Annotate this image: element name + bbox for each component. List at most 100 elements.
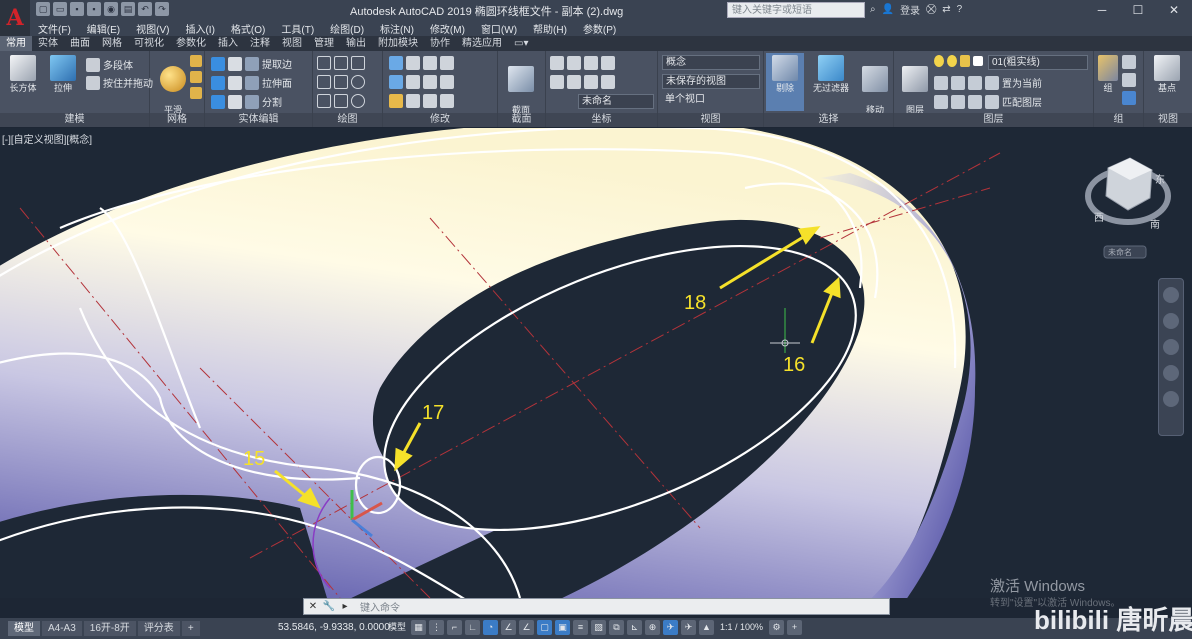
- tab-visualize[interactable]: 可视化: [128, 36, 170, 51]
- rectangle-icon[interactable]: [334, 94, 348, 108]
- tab-surface[interactable]: 曲面: [64, 36, 96, 51]
- union-icon[interactable]: [211, 56, 225, 71]
- menu-edit[interactable]: 编辑(E): [79, 21, 128, 36]
- gizmo-toggle-icon[interactable]: ⊕: [645, 620, 661, 635]
- panel-title-solid-edit[interactable]: 实体编辑: [205, 113, 312, 127]
- interfere-icon[interactable]: [228, 75, 242, 90]
- plot-icon[interactable]: ▤: [121, 2, 135, 16]
- polar-icon[interactable]: ◔: [483, 620, 499, 635]
- layer-thaw-all-icon[interactable]: [968, 94, 982, 109]
- help-icon[interactable]: ?: [957, 4, 963, 15]
- viewcube-south[interactable]: 南: [1150, 218, 1160, 231]
- tab-mesh[interactable]: 网格: [96, 36, 128, 51]
- ucs-origin-icon[interactable]: [584, 56, 598, 70]
- modify-more-icon[interactable]: [440, 56, 454, 70]
- arc-icon[interactable]: [334, 56, 348, 70]
- move-icon[interactable]: [406, 56, 420, 70]
- layer-freeze-icon[interactable]: [968, 75, 982, 90]
- dynamic-ucs-icon[interactable]: ⊾: [627, 620, 643, 635]
- layer-on-all-icon[interactable]: [934, 94, 948, 109]
- add-layout-icon[interactable]: +: [181, 621, 200, 636]
- ucs-object-icon[interactable]: [584, 75, 598, 89]
- panel-title-view-base[interactable]: 视图: [1144, 113, 1192, 127]
- annotation-scale[interactable]: 1:1 / 100%: [720, 620, 763, 635]
- mesh-refine-icon[interactable]: [190, 71, 202, 83]
- save-as-icon[interactable]: ▪: [87, 2, 101, 16]
- erase-icon[interactable]: [440, 94, 454, 108]
- workspace-gear-icon[interactable]: ⚙: [769, 620, 785, 635]
- menu-modify[interactable]: 修改(M): [422, 21, 473, 36]
- 3d-osnap-icon[interactable]: ▣: [555, 620, 571, 635]
- application-menu-logo[interactable]: A: [0, 0, 30, 36]
- new-file-icon[interactable]: ▢: [36, 2, 50, 16]
- osnap-tracking-icon[interactable]: ∠: [519, 620, 535, 635]
- add-scale-icon[interactable]: +: [787, 620, 803, 635]
- layer-unisolate-icon[interactable]: [951, 94, 965, 109]
- array-icon[interactable]: [423, 94, 437, 108]
- match-layer-button[interactable]: 匹配图层: [1002, 94, 1042, 109]
- pan-icon[interactable]: [1163, 313, 1179, 329]
- arc-dropdown-icon[interactable]: [351, 56, 365, 70]
- menu-parameters[interactable]: 参数(P): [575, 21, 624, 36]
- thicken-icon[interactable]: [228, 94, 242, 109]
- tab-manage[interactable]: 管理: [308, 36, 340, 51]
- tab-home[interactable]: 常用: [0, 36, 32, 51]
- minimize-icon[interactable]: ─: [1084, 0, 1120, 20]
- extrude-faces-icon[interactable]: [245, 75, 259, 90]
- model-space-toggle[interactable]: 模型: [386, 620, 408, 635]
- view-cube[interactable]: 西 南 东: [1085, 157, 1171, 231]
- group-select-icon[interactable]: [1122, 91, 1136, 105]
- box-button[interactable]: 长方体: [4, 55, 42, 94]
- layout-tab-16k8k[interactable]: 16开-8开: [83, 621, 136, 636]
- set-current-layer-button[interactable]: 置为当前: [1002, 75, 1042, 90]
- annotation-monitor-icon[interactable]: ✈: [663, 620, 679, 635]
- search-input[interactable]: 键入关键字或短语: [727, 2, 865, 18]
- tab-featured-apps[interactable]: 精选应用: [456, 36, 508, 51]
- isodraft-icon[interactable]: ∠: [501, 620, 517, 635]
- command-line[interactable]: ✕ 🔧 ▸ 键入命令: [303, 598, 890, 615]
- ungroup-icon[interactable]: [1122, 55, 1136, 69]
- command-prompt-icon[interactable]: ▸: [338, 600, 352, 614]
- osnap-icon[interactable]: ▢: [537, 620, 553, 635]
- panel-title-section[interactable]: 截面: [498, 113, 545, 127]
- layout-tab-score[interactable]: 评分表: [137, 621, 180, 636]
- rotate-icon[interactable]: [406, 75, 420, 89]
- ucs-face-icon[interactable]: [601, 75, 615, 89]
- visual-style-select[interactable]: 概念: [662, 55, 760, 70]
- tab-annotate[interactable]: 注释: [244, 36, 276, 51]
- menu-format[interactable]: 格式(O): [223, 21, 273, 36]
- line-icon[interactable]: [317, 56, 331, 70]
- ellipse-icon[interactable]: [351, 94, 365, 108]
- layout-tab-model[interactable]: 模型: [8, 621, 40, 636]
- command-settings-icon[interactable]: 🔧: [322, 600, 336, 614]
- panel-title-coordinates[interactable]: 坐标: [546, 113, 657, 127]
- ortho-icon[interactable]: ∟: [465, 620, 481, 635]
- presspull-button[interactable]: 按住并拖动: [86, 75, 153, 90]
- save-icon[interactable]: ▪: [70, 2, 84, 16]
- web-icon[interactable]: ◉: [104, 2, 118, 16]
- panel-title-layers[interactable]: 图层: [894, 113, 1093, 127]
- wcs-label[interactable]: 未命名: [1108, 247, 1132, 257]
- snap-icon[interactable]: ⋮: [429, 620, 445, 635]
- ucs-name-select[interactable]: 未命名: [578, 94, 654, 109]
- tab-view[interactable]: 视图: [276, 36, 308, 51]
- grid-icon[interactable]: ▦: [411, 620, 427, 635]
- extract-edges-label[interactable]: 提取边: [262, 56, 292, 71]
- showmotion-icon[interactable]: [1163, 391, 1179, 407]
- layer-select[interactable]: 01(粗实线): [988, 55, 1088, 70]
- polysolid-button[interactable]: 多段体: [86, 57, 133, 72]
- viewcube-west[interactable]: 西: [1094, 213, 1104, 224]
- coordinate-readout[interactable]: 53.5846, -9.9338, 0.0000: [278, 622, 390, 633]
- lineweight-icon[interactable]: ≡: [573, 620, 589, 635]
- layer-off-icon[interactable]: [934, 75, 948, 90]
- tab-addins[interactable]: 附加模块: [372, 36, 424, 51]
- intersect-icon[interactable]: [211, 75, 225, 90]
- annotation-visibility-icon[interactable]: ▲: [699, 620, 715, 635]
- polyline-icon[interactable]: [317, 75, 331, 89]
- group-edit-icon[interactable]: [1122, 73, 1136, 87]
- menu-insert[interactable]: 插入(I): [177, 21, 222, 36]
- redo-icon[interactable]: ↷: [155, 2, 169, 16]
- menu-draw[interactable]: 绘图(D): [322, 21, 372, 36]
- user-icon[interactable]: 👤: [882, 4, 894, 15]
- infer-icon[interactable]: ⌐: [447, 620, 463, 635]
